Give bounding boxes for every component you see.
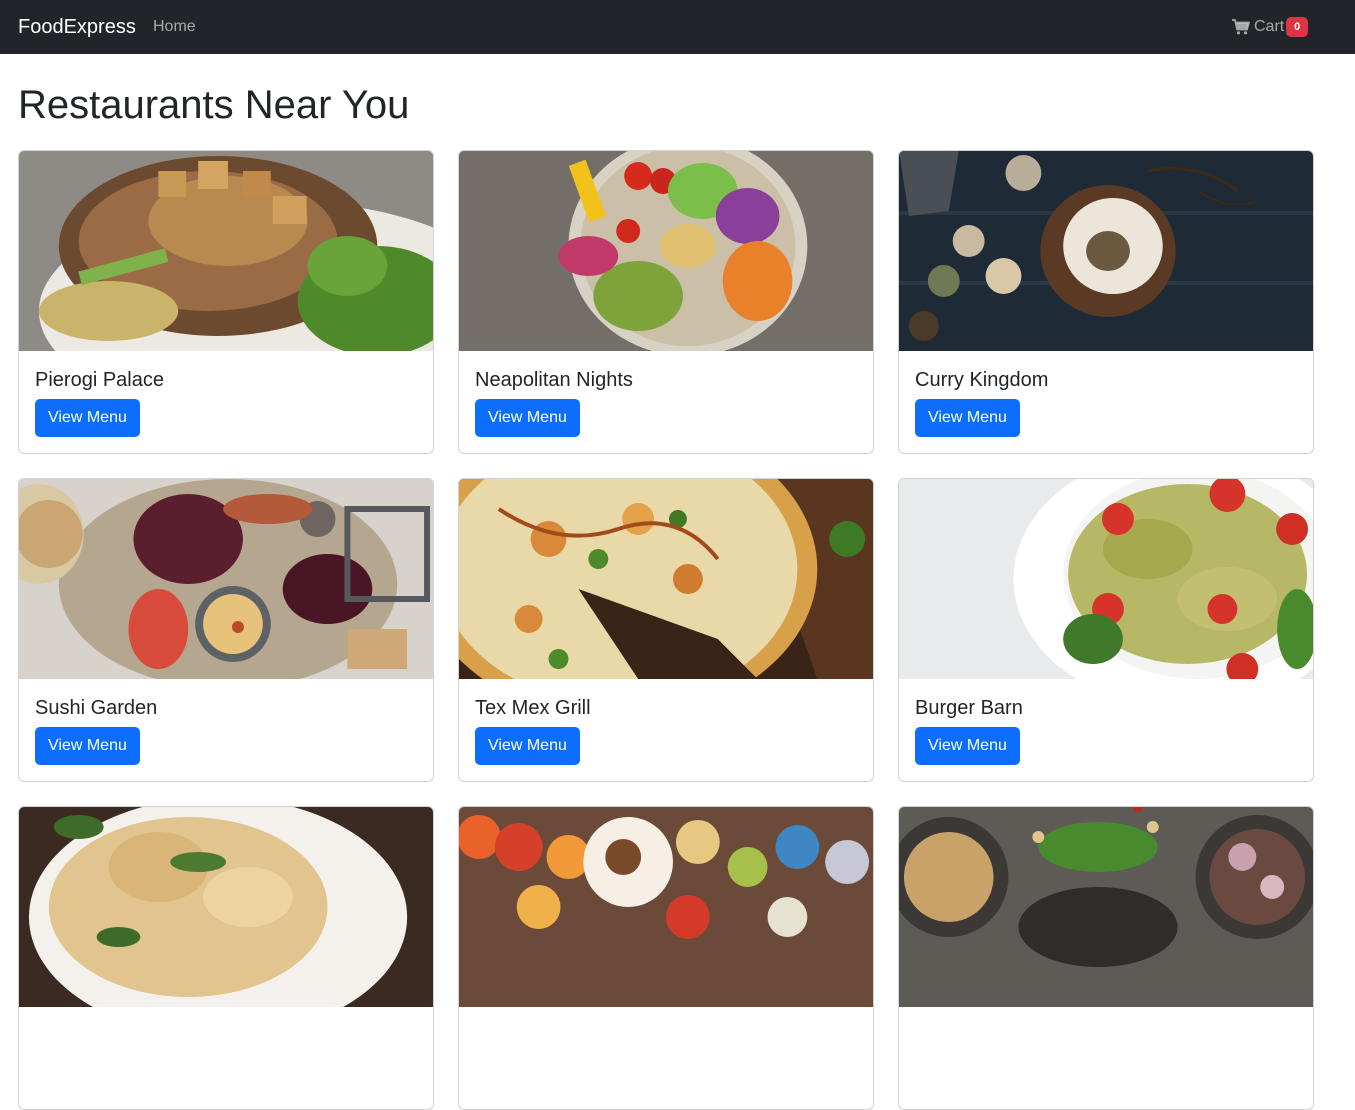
page-title: Restaurants Near You (18, 83, 410, 127)
restaurant-name: Pierogi Palace (35, 369, 164, 391)
pesto-pasta-image (899, 479, 1313, 679)
view-menu-button[interactable]: View Menu (915, 399, 1020, 437)
pasta-dish-image (19, 807, 433, 1007)
restaurant-name: Curry Kingdom (915, 369, 1049, 391)
view-menu-button[interactable]: View Menu (915, 727, 1020, 765)
restaurant-card (898, 806, 1314, 1110)
restaurant-image (459, 151, 873, 351)
fruits-and-pastries-image (459, 807, 873, 1007)
pizza-image (459, 479, 873, 679)
vegetable-bowl-image (459, 151, 873, 351)
cart-label: Cart (1254, 18, 1285, 35)
restaurant-card: Neapolitan Nights View Menu (458, 150, 874, 454)
grilled-pork-chop-image (19, 151, 433, 351)
restaurant-image (899, 151, 1313, 351)
view-menu-button[interactable]: View Menu (35, 727, 140, 765)
restaurant-image (459, 479, 873, 679)
restaurant-card: Sushi Garden View Menu (18, 478, 434, 782)
nav-link-home[interactable]: Home (153, 17, 196, 37)
view-menu-button[interactable]: View Menu (475, 399, 580, 437)
restaurant-name: Burger Barn (915, 697, 1023, 719)
top-navbar: FoodExpress Home Cart 0 (0, 0, 1355, 54)
restaurant-card: Pierogi Palace View Menu (18, 150, 434, 454)
restaurant-card: Burger Barn View Menu (898, 478, 1314, 782)
view-menu-button[interactable]: View Menu (35, 399, 140, 437)
brand-logo[interactable]: FoodExpress (18, 15, 136, 39)
dessert-table-image (899, 151, 1313, 351)
restaurant-image (19, 151, 433, 351)
cart-count-badge: 0 (1286, 17, 1309, 37)
restaurant-card (458, 806, 874, 1110)
restaurant-card: Tex Mex Grill View Menu (458, 478, 874, 782)
restaurant-image (19, 807, 433, 1007)
salad-bowls-image (899, 807, 1313, 1007)
restaurant-card (18, 806, 434, 1110)
restaurant-image (19, 479, 433, 679)
restaurant-name: Tex Mex Grill (475, 697, 591, 719)
restaurant-image (899, 807, 1313, 1007)
restaurant-name: Sushi Garden (35, 697, 158, 719)
cart-link[interactable]: Cart 0 (1232, 16, 1309, 38)
cart-icon (1232, 19, 1250, 35)
restaurant-image (459, 807, 873, 1007)
restaurant-name: Neapolitan Nights (475, 369, 633, 391)
restaurant-image (899, 479, 1313, 679)
charcuterie-board-image (19, 479, 433, 679)
view-menu-button[interactable]: View Menu (475, 727, 580, 765)
restaurant-card: Curry Kingdom View Menu (898, 150, 1314, 454)
